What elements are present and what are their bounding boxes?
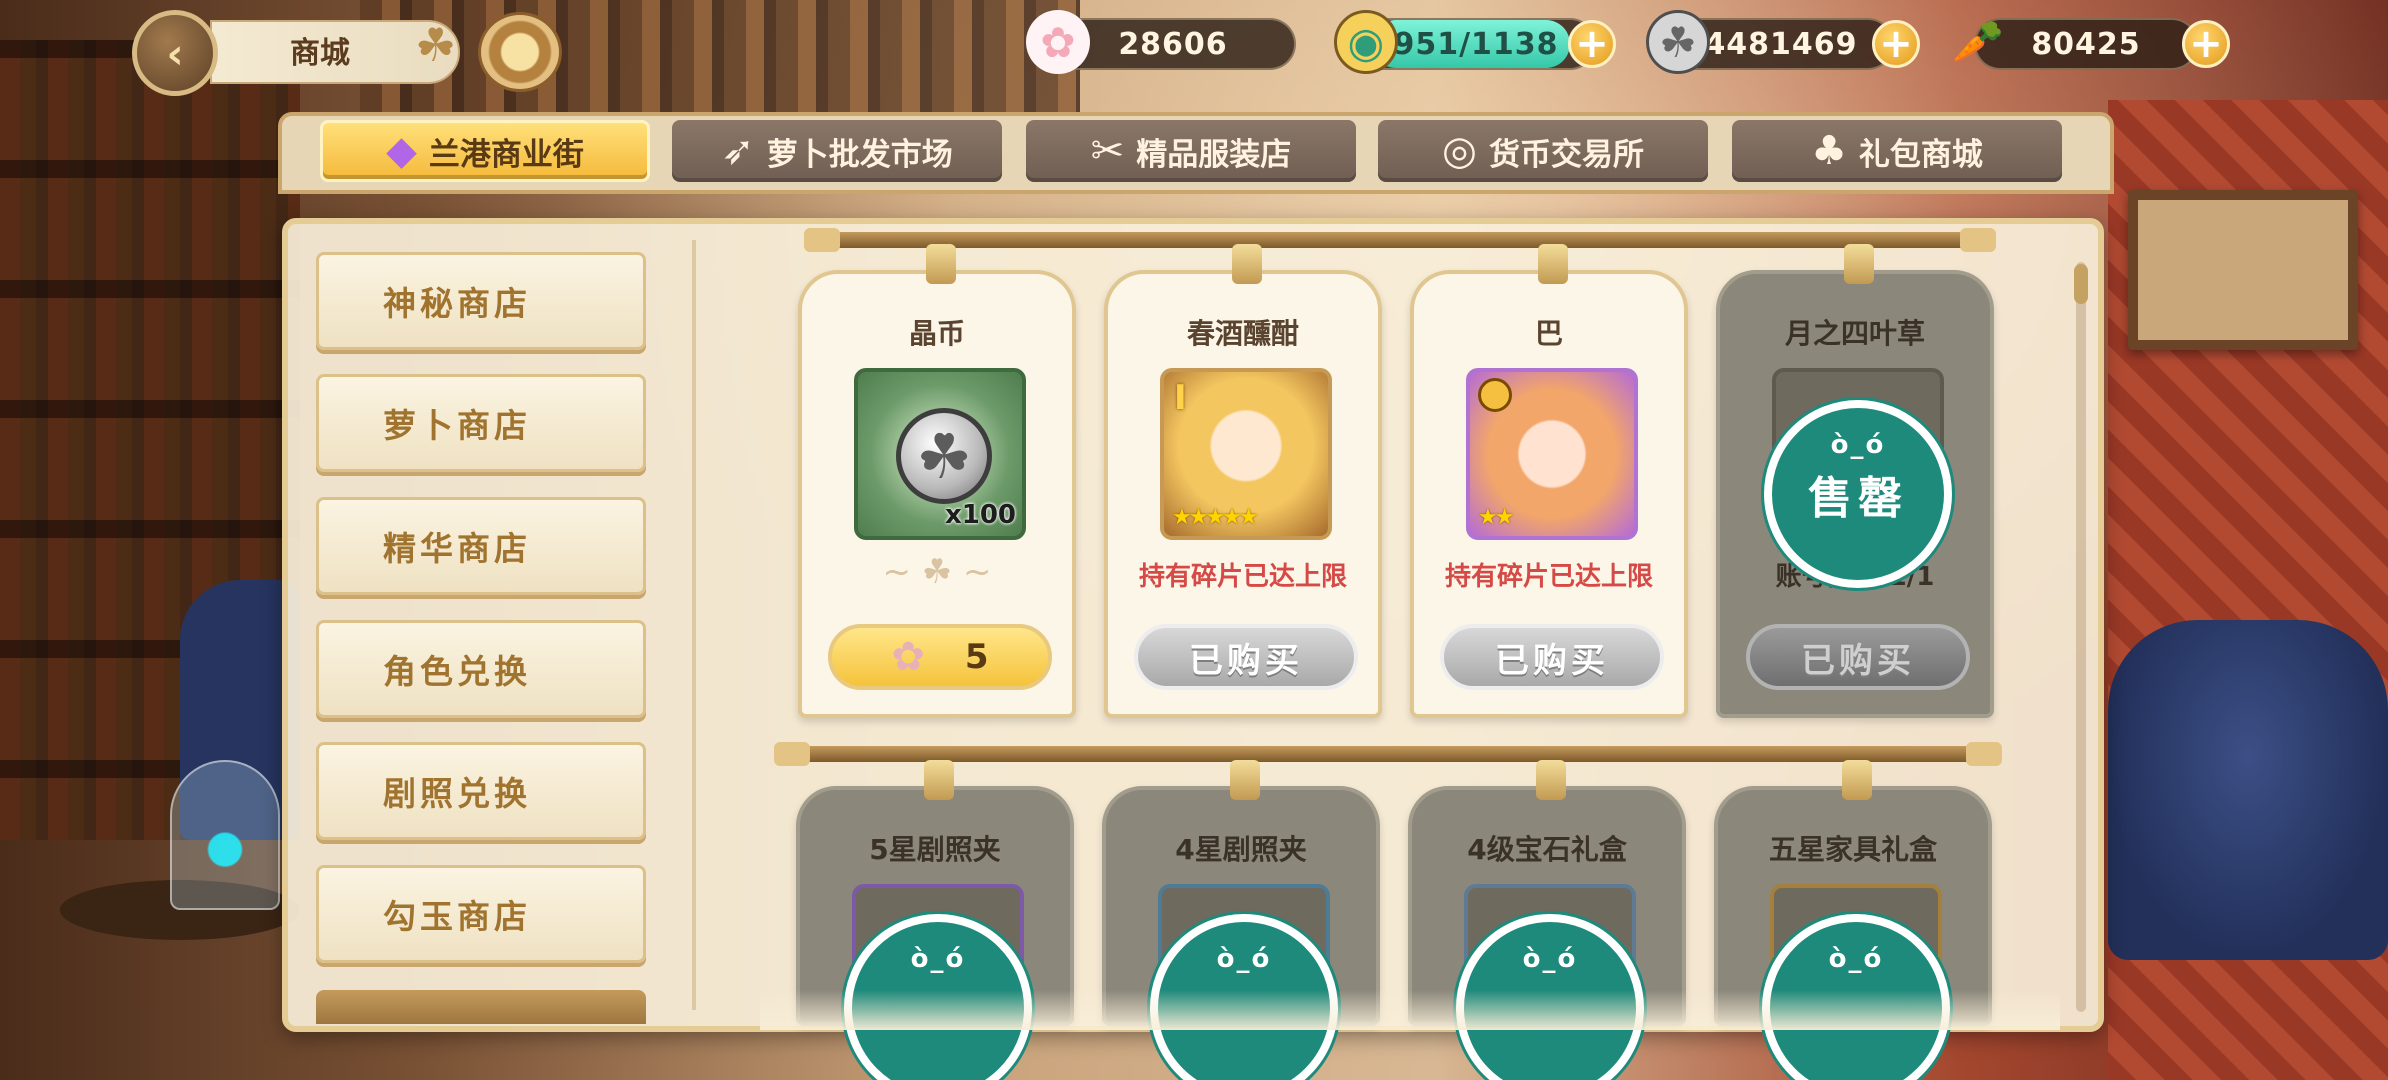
sakura-icon: ✿ — [1026, 10, 1090, 74]
sidebar-item-label: 剧照兑换 — [383, 774, 531, 813]
star-rating-icon: ★★★★★ — [1172, 505, 1259, 530]
back-button[interactable]: ‹ — [132, 10, 218, 96]
item-title: 4星剧照夹 — [1175, 833, 1307, 866]
stamp-label: 售罄 — [1808, 473, 1908, 524]
carrot-outline-icon: ➶ — [721, 128, 755, 174]
sidebar-item-mystery-shop[interactable]: 神秘商店 — [316, 252, 646, 350]
map-painting — [2128, 190, 2358, 350]
clip-icon — [1230, 760, 1260, 800]
item-title: 巴 — [1534, 317, 1563, 350]
sidebar-item-partial[interactable] — [316, 990, 646, 1024]
add-crystal-coin-button[interactable]: + — [1872, 20, 1920, 68]
page-title: 商城 — [290, 36, 350, 71]
tab-label: 货币交易所 — [1488, 136, 1644, 173]
tab-label: 礼包商城 — [1858, 136, 1983, 173]
sidebar-item-carrot-shop[interactable]: 萝卜商店 — [316, 374, 646, 472]
star-rating-icon: ★★ — [1478, 505, 1514, 530]
clip-icon — [1844, 244, 1874, 284]
buy-button[interactable]: ✿ 5 — [828, 624, 1052, 690]
sidebar-item-label: 勾玉商店 — [383, 897, 531, 936]
item-note: 持有碎片已达上限 — [1444, 562, 1653, 592]
sidebar-item-essence-shop[interactable]: 精华商店 — [316, 497, 646, 595]
sidebar-item-label: 精华商店 — [383, 529, 531, 568]
tab-boutique[interactable]: ✂ 精品服装店 — [1026, 120, 1356, 182]
bunny-face-icon: ò_ó — [1522, 944, 1578, 974]
sidebar-item-label: 角色兑换 — [383, 652, 531, 691]
purchased-button[interactable]: 已购买 — [1440, 624, 1664, 690]
tab-label: 精品服装店 — [1136, 136, 1292, 173]
ornament-divider-icon: ~ ☘ ~ — [882, 552, 992, 592]
clip-icon — [1232, 244, 1262, 284]
shop-item-card-sold-out[interactable]: 月之四叶草 账号限购 1/1 已购买 ò_ó 售罄 — [1716, 244, 1994, 718]
sidebar-item-character-exchange[interactable]: 角色兑换 — [316, 620, 646, 718]
item-image: ☘ x100 — [854, 368, 1026, 540]
item-title: 5星剧照夹 — [869, 833, 1001, 866]
character-portrait: I ★★★★★ — [1160, 368, 1332, 540]
item-quantity: x100 — [944, 500, 1016, 530]
clover-coin-icon: ☘ — [896, 408, 992, 504]
glass-jar — [170, 760, 280, 910]
tab-label: 萝卜批发市场 — [766, 136, 953, 173]
bookshelf-top — [360, 0, 1080, 120]
sidebar-item-label: 神秘商店 — [383, 284, 531, 323]
scrollbar-track[interactable] — [2076, 262, 2086, 1012]
price-value: 5 — [964, 637, 989, 677]
clip-icon — [926, 244, 956, 284]
scrollbar-thumb[interactable] — [2074, 264, 2088, 304]
tab-currency-exchange[interactable]: ◎ 货币交易所 — [1378, 120, 1708, 182]
hanging-rail-2 — [774, 742, 2002, 766]
bunny-face-icon: ò_ó — [1216, 944, 1272, 974]
purchased-button[interactable]: 已购买 — [1746, 624, 1970, 690]
class-badge-icon — [1478, 378, 1512, 412]
clip-icon — [1842, 760, 1872, 800]
add-stamina-button[interactable]: + — [1568, 20, 1616, 68]
rank-badge: I — [1174, 378, 1187, 418]
sidebar-item-magatama-shop[interactable]: 勾玉商店 — [316, 865, 646, 963]
clip-icon — [924, 760, 954, 800]
tab-lan-port-street[interactable]: ◆ 兰港商业街 — [320, 120, 650, 182]
item-title: 4级宝石礼盒 — [1467, 833, 1627, 866]
hanger-icon: ✂ — [1090, 128, 1125, 174]
item-title: 五星家具礼盒 — [1768, 833, 1937, 866]
clover-coin-icon: ☘ — [1646, 10, 1710, 74]
item-title: 春酒醺酣 — [1186, 317, 1299, 350]
coin-icon: ◎ — [1442, 128, 1477, 174]
crystal-icon: ◆ — [386, 128, 417, 174]
item-title: 晶币 — [908, 317, 965, 350]
tab-gift-packs[interactable]: ♣ 礼包商城 — [1732, 120, 2062, 182]
stamina-potion-icon: ◉ — [1334, 10, 1398, 74]
hanging-rail-1 — [804, 228, 1996, 252]
bunny-face-icon: ò_ó — [910, 944, 966, 974]
sidebar-divider — [692, 240, 696, 1010]
back-arrow-icon: ‹ — [166, 28, 184, 78]
shop-item-card[interactable]: 春酒醺酣 I ★★★★★ 持有碎片已达上限 已购买 — [1104, 244, 1382, 718]
shop-item-card[interactable]: 晶币 ☘ x100 ~ ☘ ~ ✿ 5 — [798, 244, 1076, 718]
tab-label: 兰港商业街 — [428, 136, 584, 173]
carrot-icon: 🥕 — [1951, 17, 2005, 66]
list-fade — [760, 990, 2060, 1030]
character-portrait: ★★ — [1466, 368, 1638, 540]
medal-icon[interactable] — [478, 12, 562, 92]
clip-icon — [1536, 760, 1566, 800]
item-title: 月之四叶草 — [1784, 317, 1925, 350]
add-carrot-button[interactable]: + — [2182, 20, 2230, 68]
sofa — [2108, 620, 2388, 960]
clover-decoration-icon: ☘ — [415, 18, 457, 72]
bunny-face-icon: ò_ó — [1828, 944, 1884, 974]
sold-out-stamp: ò_ó 售罄 — [1764, 400, 1952, 588]
sidebar-item-label: 萝卜商店 — [383, 406, 531, 445]
tab-carrot-wholesale[interactable]: ➶ 萝卜批发市场 — [672, 120, 1002, 182]
bunny-face-icon: ò_ó — [1830, 430, 1886, 460]
purchased-button[interactable]: 已购买 — [1134, 624, 1358, 690]
sidebar-item-photo-exchange[interactable]: 剧照兑换 — [316, 742, 646, 840]
shop-item-card[interactable]: 巴 ★★ 持有碎片已达上限 已购买 — [1410, 244, 1688, 718]
item-note: 持有碎片已达上限 — [1138, 562, 1347, 592]
clip-icon — [1538, 244, 1568, 284]
gift-bag-icon: ♣ — [1811, 128, 1847, 174]
sakura-icon: ✿ — [891, 634, 925, 680]
